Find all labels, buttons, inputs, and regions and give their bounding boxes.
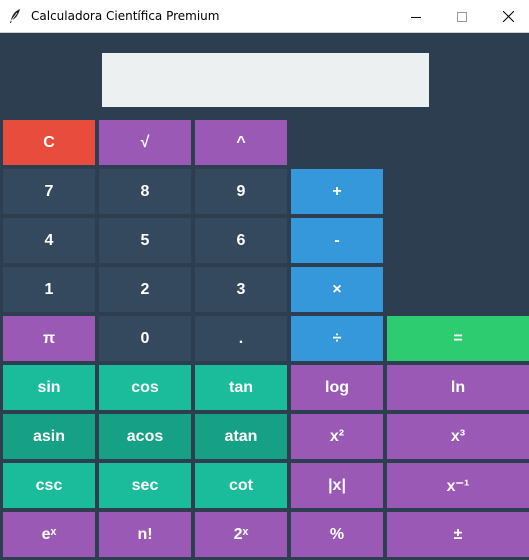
maximize-button[interactable] xyxy=(439,0,485,33)
acos-button[interactable]: acos xyxy=(99,414,191,459)
feather-icon xyxy=(8,8,22,24)
pow2-button[interactable]: 2ˣ xyxy=(195,512,287,557)
digit-3-button[interactable]: 3 xyxy=(195,267,287,312)
digit-9-button[interactable]: 9 xyxy=(195,169,287,214)
cot-button[interactable]: cot xyxy=(195,463,287,508)
digit-2-button[interactable]: 2 xyxy=(99,267,191,312)
calculator-display[interactable] xyxy=(102,53,429,107)
ln-button[interactable]: ln xyxy=(387,365,529,410)
decimal-button[interactable]: . xyxy=(195,316,287,361)
cube-button[interactable]: x³ xyxy=(387,414,529,459)
digit-7-button[interactable]: 7 xyxy=(3,169,95,214)
plus-minus-button[interactable]: ± xyxy=(387,512,529,557)
digit-0-button[interactable]: 0 xyxy=(99,316,191,361)
square-button[interactable]: x² xyxy=(291,414,383,459)
digit-4-button[interactable]: 4 xyxy=(3,218,95,263)
window-title: Calculadora Científica Premium xyxy=(31,9,220,23)
multiply-button[interactable]: × xyxy=(291,267,383,312)
power-button[interactable]: ^ xyxy=(195,120,287,165)
close-icon xyxy=(502,11,514,22)
minus-button[interactable]: - xyxy=(291,218,383,263)
plus-button[interactable]: + xyxy=(291,169,383,214)
sin-button[interactable]: sin xyxy=(3,365,95,410)
log-button[interactable]: log xyxy=(291,365,383,410)
csc-button[interactable]: csc xyxy=(3,463,95,508)
asin-button[interactable]: asin xyxy=(3,414,95,459)
abs-button[interactable]: |x| xyxy=(291,463,383,508)
divide-button[interactable]: ÷ xyxy=(291,316,383,361)
digit-8-button[interactable]: 8 xyxy=(99,169,191,214)
pi-button[interactable]: π xyxy=(3,316,95,361)
inverse-button[interactable]: x⁻¹ xyxy=(387,463,529,508)
percent-button[interactable]: % xyxy=(291,512,383,557)
sec-button[interactable]: sec xyxy=(99,463,191,508)
atan-button[interactable]: atan xyxy=(195,414,287,459)
digit-6-button[interactable]: 6 xyxy=(195,218,287,263)
minimize-button[interactable] xyxy=(393,0,439,33)
tan-button[interactable]: tan xyxy=(195,365,287,410)
sqrt-button[interactable]: √ xyxy=(99,120,191,165)
title-bar: Calculadora Científica Premium xyxy=(0,0,529,33)
close-button[interactable] xyxy=(485,0,529,33)
equals-button[interactable]: = xyxy=(387,316,529,361)
digit-1-button[interactable]: 1 xyxy=(3,267,95,312)
factorial-button[interactable]: n! xyxy=(99,512,191,557)
exp-button[interactable]: eˣ xyxy=(3,512,95,557)
clear-button[interactable]: C xyxy=(3,120,95,165)
cos-button[interactable]: cos xyxy=(99,365,191,410)
minimize-icon xyxy=(411,16,421,18)
digit-5-button[interactable]: 5 xyxy=(99,218,191,263)
maximize-icon xyxy=(457,11,467,22)
